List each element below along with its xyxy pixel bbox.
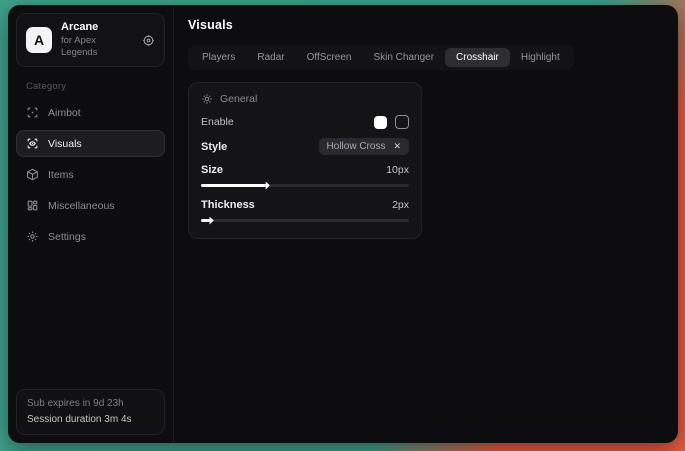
enable-controls bbox=[374, 115, 409, 129]
brand-card: A Arcane for Apex Legends bbox=[16, 13, 165, 67]
tab-skin-changer[interactable]: Skin Changer bbox=[362, 48, 445, 67]
app-logo: A bbox=[26, 27, 52, 53]
gear-icon bbox=[26, 230, 39, 243]
sidebar-item-items[interactable]: Items bbox=[16, 161, 165, 188]
thickness-slider[interactable] bbox=[201, 219, 409, 222]
enable-row: Enable bbox=[201, 115, 409, 129]
thickness-value: 2px bbox=[392, 199, 409, 211]
sidebar-nav: Aimbot Visuals Items Miscellaneous Settings bbox=[8, 97, 173, 252]
page-title: Visuals bbox=[188, 18, 233, 32]
size-value: 10px bbox=[386, 164, 409, 176]
thickness-row-top: Thickness 2px bbox=[201, 199, 409, 211]
main-content: Visuals PlayersRadarOffScreenSkin Change… bbox=[174, 5, 678, 443]
size-slider-thumb[interactable] bbox=[261, 182, 270, 190]
panel-header: General bbox=[201, 93, 409, 105]
sidebar-item-label: Visuals bbox=[48, 138, 82, 150]
thickness-label: Thickness bbox=[201, 199, 255, 211]
cube-icon bbox=[26, 168, 39, 181]
size-label: Size bbox=[201, 164, 223, 176]
tab-radar[interactable]: Radar bbox=[246, 48, 295, 67]
layout-icon bbox=[26, 199, 39, 212]
thickness-slider-thumb[interactable] bbox=[205, 217, 214, 225]
size-slider-fill bbox=[201, 184, 265, 187]
style-chip[interactable]: Hollow Cross ✕ bbox=[319, 138, 409, 155]
eye-scan-icon bbox=[26, 137, 39, 150]
subscription-card: Sub expires in 9d 23h Session duration 3… bbox=[16, 389, 165, 435]
sub-expires-text: Sub expires in 9d 23h bbox=[27, 396, 154, 412]
sidebar-item-miscellaneous[interactable]: Miscellaneous bbox=[16, 192, 165, 219]
tab-players[interactable]: Players bbox=[191, 48, 246, 67]
thickness-row: Thickness 2px bbox=[201, 199, 409, 225]
tab-offscreen[interactable]: OffScreen bbox=[296, 48, 363, 67]
general-panel: General Enable Style Hollow Cross ✕ bbox=[188, 82, 422, 239]
category-label: Category bbox=[26, 81, 173, 92]
sidebar-item-visuals[interactable]: Visuals bbox=[16, 130, 165, 157]
tab-crosshair[interactable]: Crosshair bbox=[445, 48, 510, 67]
gear-icon bbox=[201, 93, 213, 105]
sidebar-spacer bbox=[8, 252, 173, 381]
size-row-top: Size 10px bbox=[201, 164, 409, 176]
tab-bar: PlayersRadarOffScreenSkin ChangerCrossha… bbox=[188, 45, 574, 70]
size-row: Size 10px bbox=[201, 164, 409, 190]
target-icon[interactable] bbox=[142, 34, 155, 47]
app-name: Arcane bbox=[61, 21, 133, 35]
chip-remove-icon[interactable]: ✕ bbox=[393, 142, 401, 151]
panel-title: General bbox=[220, 93, 257, 105]
crosshair-icon bbox=[26, 106, 39, 119]
enable-label: Enable bbox=[201, 116, 234, 128]
style-chip-value: Hollow Cross bbox=[327, 141, 386, 152]
tab-highlight[interactable]: Highlight bbox=[510, 48, 571, 67]
session-duration-text: Session duration 3m 4s bbox=[27, 412, 154, 428]
style-row: Style Hollow Cross ✕ bbox=[201, 138, 409, 155]
color-swatch[interactable] bbox=[374, 116, 387, 129]
sidebar-item-label: Miscellaneous bbox=[48, 200, 115, 212]
style-label: Style bbox=[201, 141, 227, 153]
brand-text: Arcane for Apex Legends bbox=[61, 21, 133, 59]
sidebar-item-label: Aimbot bbox=[48, 107, 81, 119]
size-slider[interactable] bbox=[201, 184, 409, 187]
app-window: A Arcane for Apex Legends Category Aimbo… bbox=[8, 5, 678, 443]
sidebar-item-settings[interactable]: Settings bbox=[16, 223, 165, 250]
sidebar-item-aimbot[interactable]: Aimbot bbox=[16, 99, 165, 126]
app-subtitle: for Apex Legends bbox=[61, 35, 133, 60]
desktop-background: A Arcane for Apex Legends Category Aimbo… bbox=[0, 0, 685, 451]
enable-checkbox[interactable] bbox=[395, 115, 409, 129]
sidebar-item-label: Items bbox=[48, 169, 74, 181]
sidebar-item-label: Settings bbox=[48, 231, 86, 243]
sidebar: A Arcane for Apex Legends Category Aimbo… bbox=[8, 5, 174, 443]
